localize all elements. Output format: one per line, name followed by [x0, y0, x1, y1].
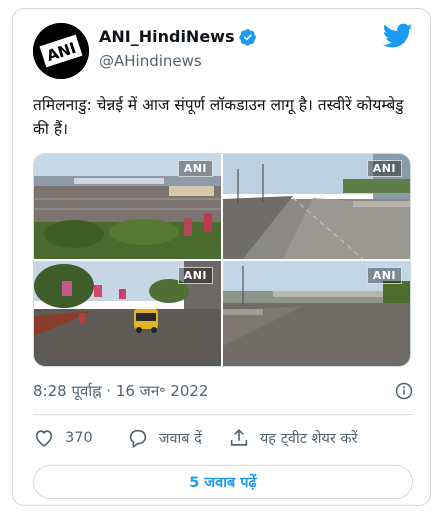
media-photo-1[interactable]: ANI [34, 154, 221, 259]
reply-label: जवाब दें [158, 431, 202, 447]
avatar[interactable]: ANI [33, 23, 89, 79]
tweet-card: ANI ANI_HindiNews @AHindinews तमिलनाडु: … [12, 8, 431, 506]
heart-icon [35, 430, 53, 447]
display-name[interactable]: ANI_HindiNews [99, 27, 234, 46]
media-photo-3[interactable]: ANI [34, 261, 221, 366]
like-button[interactable]: 370 [33, 427, 93, 449]
twitter-bird-icon[interactable] [383, 23, 413, 49]
info-icon[interactable] [395, 382, 413, 400]
share-label: यह ट्वीट शेयर करें [259, 431, 358, 447]
divider [33, 414, 413, 415]
author-name-row[interactable]: ANI_HindiNews [99, 27, 257, 46]
media-photo-4[interactable]: ANI [223, 261, 410, 366]
read-replies-button[interactable]: 5 जवाब पढ़ें [33, 465, 413, 499]
reply-button[interactable]: जवाब दें [127, 427, 202, 449]
author-handle[interactable]: @AHindinews [99, 52, 202, 70]
ani-watermark: ANI [366, 160, 402, 177]
tweet-text: तमिलनाडु: चेन्नई में आज संपूर्ण लॉकडाउन … [33, 96, 404, 138]
ani-watermark: ANI [177, 267, 213, 284]
share-icon [230, 429, 248, 446]
like-count: 370 [65, 430, 93, 446]
tweet-timestamp[interactable]: 8:28 पूर्वाह्न · 16 जन॰ 2022 [33, 381, 208, 401]
share-button[interactable]: यह ट्वीट शेयर करें [228, 427, 358, 449]
reply-bubble-icon [129, 429, 146, 449]
media-grid[interactable]: ANI ANI ANI ANI [33, 153, 411, 367]
verified-badge-icon [239, 28, 257, 46]
media-photo-2[interactable]: ANI [223, 154, 410, 259]
action-bar: 370 जवाब दें यह ट्वीट शेयर करें [33, 427, 413, 449]
ani-watermark: ANI [366, 267, 402, 284]
tweet-meta-row: 8:28 पूर्वाह्न · 16 जन॰ 2022 [33, 381, 413, 401]
ani-logo: ANI [33, 23, 89, 79]
ani-watermark: ANI [177, 160, 213, 177]
